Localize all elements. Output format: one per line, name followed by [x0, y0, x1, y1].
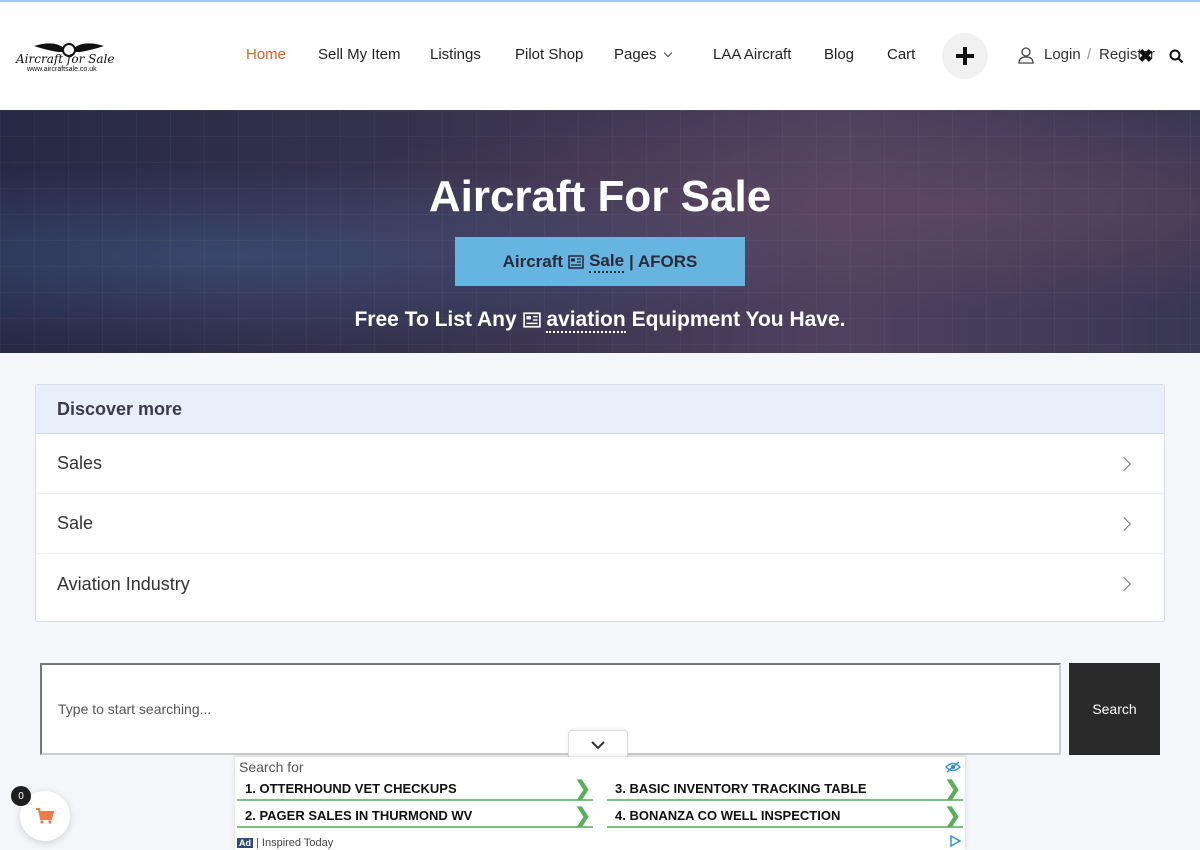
cart-icon	[36, 808, 55, 824]
discover-heading: Discover more	[36, 385, 1164, 434]
add-listing-button[interactable]	[942, 33, 988, 79]
ad-footer: Ad | Inspired Today	[237, 837, 333, 849]
login-link[interactable]: Login	[1044, 46, 1081, 63]
nav-home[interactable]: Home	[246, 46, 286, 63]
nav-pages[interactable]: Pages	[614, 46, 672, 63]
cart-count-badge: 0	[11, 786, 31, 806]
logo-text[interactable]: Aircraft for Sale	[16, 52, 114, 66]
hero-badge-link[interactable]: Sale	[589, 251, 625, 273]
logo-url: www.aircraftsale.co.uk	[27, 66, 97, 73]
ad-link-text: 3. BASIC INVENTORY TRACKING TABLE	[615, 780, 867, 796]
user-icon	[1018, 47, 1034, 64]
ad-banner: Search for 1. OTTERHOUND VET CHECKUPS ❯ 2…	[235, 757, 965, 850]
ad-label: Search for	[239, 759, 304, 775]
discover-more-panel: Discover more Sales Sale Aviation Indust…	[35, 384, 1165, 622]
search-icon[interactable]	[1169, 49, 1184, 64]
ad-link[interactable]: 3. BASIC INVENTORY TRACKING TABLE ❯	[607, 777, 963, 801]
search-input[interactable]: Type to start searching...	[40, 663, 1061, 755]
ad-link-icon	[568, 254, 584, 269]
adchoices-icon[interactable]	[949, 835, 961, 847]
site-header: Aircraft for Sale www.aircraftsale.co.uk…	[0, 2, 1200, 110]
discover-item-sale[interactable]: Sale	[36, 494, 1164, 554]
discover-item-aviation-industry[interactable]: Aviation Industry	[36, 554, 1164, 614]
search-placeholder: Type to start searching...	[58, 701, 212, 717]
ad-link-text: 1. OTTERHOUND VET CHECKUPS	[245, 780, 457, 796]
nav-sell-my-item[interactable]: Sell My Item	[318, 46, 401, 63]
chevron-right-icon	[1116, 516, 1132, 531]
nav-laa-aircraft[interactable]: LAA Aircraft	[713, 46, 791, 63]
ad-collapse-button[interactable]	[568, 730, 628, 758]
nav-pages-label: Pages	[614, 46, 657, 63]
chevron-right-icon: ❯	[944, 777, 961, 800]
ad-link[interactable]: 4. BONANZA CO WELL INSPECTION ❯	[607, 804, 963, 828]
discover-item-label: Aviation Industry	[57, 573, 190, 594]
auth-separator: /	[1087, 46, 1092, 63]
ad-link-text: 2. PAGER SALES IN THURMOND WV	[245, 807, 473, 823]
chevron-down-icon	[591, 740, 605, 749]
close-icon[interactable]: ✖	[1138, 46, 1153, 67]
ad-link[interactable]: 2. PAGER SALES IN THURMOND WV ❯	[237, 804, 593, 828]
hero-sub-prefix: Free To List Any	[354, 308, 517, 331]
hero-badge: Aircraft Sale | AFORS	[455, 237, 745, 286]
ad-sponsor[interactable]: | Inspired Today	[256, 837, 333, 849]
hero-title: Aircraft For Sale	[428, 172, 772, 221]
chevron-right-icon	[1116, 456, 1132, 471]
ad-badge: Ad	[237, 838, 253, 848]
hero-subtitle: Free To List Any aviation Equipment You …	[0, 308, 1200, 333]
hero-banner: Aircraft For Sale Aircraft Sale | AFORS …	[0, 110, 1200, 353]
nav-listings[interactable]: Listings	[430, 46, 481, 63]
hero-badge-suffix: | AFORS	[629, 251, 698, 271]
search-button[interactable]: Search	[1069, 663, 1160, 755]
chevron-right-icon	[1116, 576, 1132, 592]
nav-blog[interactable]: Blog	[824, 46, 854, 63]
nav-pilot-shop[interactable]: Pilot Shop	[515, 46, 583, 63]
hero-sub-suffix: Equipment You Have.	[631, 308, 846, 331]
discover-item-sales[interactable]: Sales	[36, 434, 1164, 494]
discover-item-label: Sale	[57, 513, 94, 533]
eye-icon[interactable]	[945, 761, 961, 773]
ad-link[interactable]: 1. OTTERHOUND VET CHECKUPS ❯	[237, 777, 593, 801]
ad-link-icon	[522, 312, 541, 329]
hero-sub-link[interactable]: aviation	[546, 308, 626, 333]
chevron-right-icon: ❯	[574, 777, 591, 800]
discover-item-label: Sales	[57, 453, 103, 473]
ad-link-text: 4. BONANZA CO WELL INSPECTION	[615, 807, 841, 823]
nav-cart[interactable]: Cart	[887, 46, 915, 63]
chevron-right-icon: ❯	[944, 804, 961, 827]
chevron-right-icon: ❯	[574, 804, 591, 827]
plus-icon	[956, 47, 974, 65]
chevron-down-icon	[663, 48, 672, 58]
hero-badge-prefix: Aircraft	[502, 251, 564, 271]
